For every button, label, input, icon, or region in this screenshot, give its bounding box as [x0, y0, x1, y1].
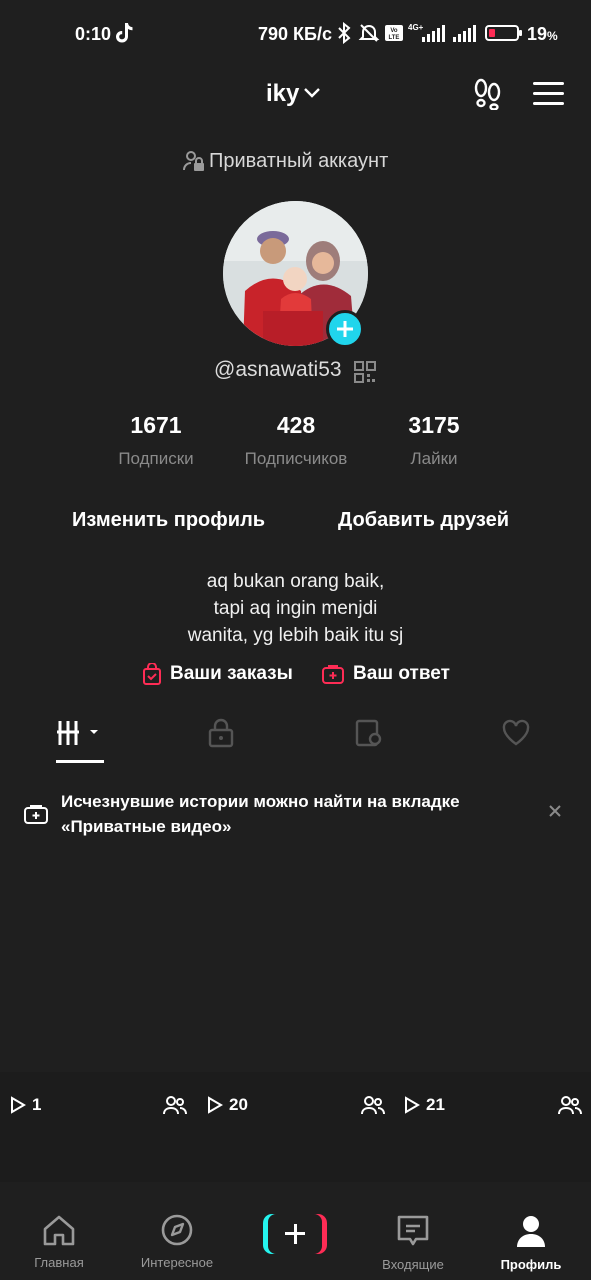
your-answer-link[interactable]: Ваш ответ	[321, 663, 450, 685]
battery-icon	[485, 25, 522, 41]
friends-icon	[361, 1096, 385, 1115]
tab-reposts[interactable]	[354, 718, 384, 764]
footprints-icon[interactable]	[472, 78, 504, 110]
qr-code-icon[interactable]	[354, 361, 376, 383]
video-views-2[interactable]: 20	[207, 1095, 248, 1115]
battery-percent: 19%	[527, 24, 558, 44]
create-button[interactable]	[263, 1214, 327, 1254]
account-switcher-title[interactable]: iky	[266, 80, 299, 108]
inbox-icon	[397, 1215, 429, 1246]
add-avatar-button[interactable]	[326, 310, 364, 348]
friends-icon	[558, 1096, 582, 1115]
stat-followers[interactable]: 428 Подписчиков	[231, 412, 361, 469]
network-speed: 790 КБ/с	[258, 24, 332, 44]
video-views-1[interactable]: 1	[10, 1095, 41, 1115]
bottom-nav: Главная Интересное Входящие Профиль	[0, 1196, 591, 1280]
volte-icon: Vo LTE	[385, 25, 403, 41]
close-icon[interactable]	[548, 804, 562, 818]
username: @asnawati53	[214, 358, 342, 381]
add-friends-button[interactable]: Добавить друзей	[338, 509, 509, 532]
answer-add-icon	[322, 665, 344, 684]
svg-text:Vo: Vo	[390, 28, 398, 34]
nav-profile[interactable]: Профиль	[476, 1214, 586, 1272]
svg-text:4G+: 4G+	[408, 23, 424, 32]
status-bar: 0:10 790 КБ/с Vo LTE 4G+ 19%	[0, 0, 591, 66]
your-orders-link[interactable]: Ваши заказы	[142, 663, 293, 685]
videos-grid-icon	[57, 721, 98, 745]
shopping-bag-icon	[143, 663, 161, 685]
signal-bars-icon	[453, 25, 476, 42]
heart-icon	[502, 719, 530, 746]
nav-inbox[interactable]: Входящие	[358, 1214, 468, 1272]
friends-icon	[163, 1096, 187, 1115]
edit-profile-button[interactable]: Изменить профиль	[72, 509, 265, 532]
notice-text: Исчезнувшие истории можно найти на вклад…	[61, 792, 460, 836]
muted-bell-icon	[358, 24, 380, 42]
signal-4g-icon: 4G+	[408, 23, 445, 42]
play-icon	[208, 1096, 223, 1114]
tab-private[interactable]	[207, 718, 235, 764]
bio: aq bukan orang baik, tapi aq ingin menjd…	[187, 571, 404, 646]
video-views-3[interactable]: 21	[404, 1095, 445, 1115]
stat-following[interactable]: 1671 Подписки	[106, 412, 206, 469]
menu-icon[interactable]	[533, 82, 564, 106]
nav-discover[interactable]: Интересное	[122, 1214, 232, 1270]
profile-icon	[517, 1216, 545, 1247]
svg-text:LTE: LTE	[389, 35, 400, 41]
tab-videos[interactable]	[56, 718, 104, 764]
active-tab-indicator	[56, 760, 104, 763]
stat-likes[interactable]: 3175 Лайки	[389, 412, 479, 469]
repost-icon	[355, 719, 382, 747]
play-icon	[11, 1096, 26, 1114]
private-account-label: Приватный аккаунт	[183, 148, 388, 174]
home-icon	[43, 1215, 75, 1246]
status-time: 0:10	[75, 24, 112, 44]
bluetooth-icon	[338, 22, 351, 44]
tiktok-notification-icon	[116, 23, 133, 43]
lock-icon	[208, 718, 234, 748]
chevron-down-icon[interactable]	[303, 86, 321, 100]
compass-icon	[161, 1214, 193, 1246]
archive-icon	[24, 805, 48, 824]
tab-liked[interactable]	[501, 718, 531, 764]
private-account-icon	[183, 151, 204, 171]
nav-home[interactable]: Главная	[4, 1214, 114, 1270]
play-icon	[405, 1096, 420, 1114]
video-grid	[0, 1072, 591, 1182]
